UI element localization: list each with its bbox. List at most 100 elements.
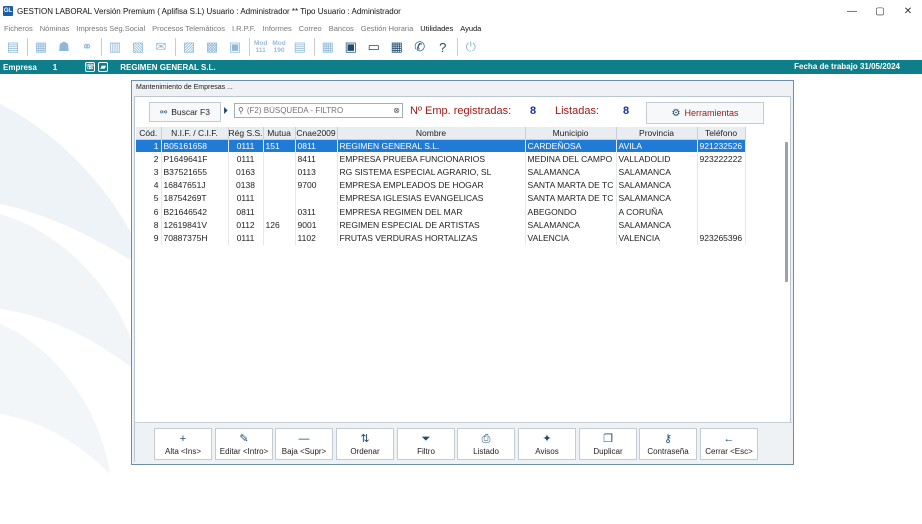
ordenar-button[interactable]: ⇅ Ordenar	[336, 428, 394, 460]
cell-cnae	[295, 191, 338, 205]
menu-correo[interactable]: Correo	[299, 24, 322, 33]
tools-button[interactable]: ⚙ Herramientas	[646, 102, 764, 124]
file-icon[interactable]: ▨	[180, 38, 198, 56]
handshake-icon[interactable]: ⚭	[78, 38, 96, 56]
copy-icon: ❐	[603, 432, 613, 445]
mod190-icon[interactable]: Mod 190	[272, 40, 285, 54]
menu-nominas[interactable]: Nóminas	[40, 24, 70, 33]
phone-icon[interactable]: ☏	[85, 62, 96, 72]
cell-telefono: 921232526	[697, 139, 746, 153]
search-icon: ⚲	[238, 106, 244, 115]
cell-cnae: 9001	[295, 218, 338, 232]
power-icon[interactable]: ⏻	[462, 38, 480, 56]
contrasena-button[interactable]: ⚷ Contraseña	[639, 428, 697, 460]
monitor-icon[interactable]: ▭	[365, 38, 383, 56]
vertical-scrollbar[interactable]	[785, 142, 788, 282]
table-row[interactable]: 3 B37521655 0163 0113 RG SISTEMA ESPECIA…	[136, 165, 746, 179]
table-row[interactable]: 1 B05161658 0111 151 0811 REGIMEN GENERA…	[136, 139, 746, 153]
search-input[interactable]: ⚲ ⊗	[234, 103, 403, 118]
filter-icon: ⏷	[421, 432, 431, 445]
document-text-icon[interactable]: ▧	[129, 38, 147, 56]
menu-irpf[interactable]: I.R.P.F.	[232, 24, 256, 33]
cell-code: 6	[136, 204, 162, 219]
payroll-icon[interactable]: ▦	[32, 38, 50, 56]
key-icon: ⚷	[663, 432, 673, 445]
menu-utilidades[interactable]: Utilidades	[420, 24, 453, 33]
cell-provincia: SALAMANCA	[616, 218, 698, 232]
table-row[interactable]: 4 16847651J 0138 9700 EMPRESA EMPLEADOS …	[136, 178, 746, 192]
menu-procesos-telematicos[interactable]: Procesos Telemáticos	[152, 24, 225, 33]
menu-bancos[interactable]: Bancos	[329, 24, 354, 33]
cell-regimen: 0163	[228, 165, 264, 179]
cell-telefono	[697, 191, 746, 205]
col-regimen[interactable]: Rég S.S.	[228, 127, 264, 140]
table-row[interactable]: 8 12619841V 0112 126 9001 REGIMEN ESPECI…	[136, 218, 746, 232]
search-button[interactable]: ⚯ Buscar F3	[149, 102, 221, 122]
cell-nif: B05161658	[161, 139, 229, 153]
calendar-edit-icon[interactable]: ▣	[342, 38, 360, 56]
toolbar-separator	[175, 38, 176, 56]
menu-informes[interactable]: Informes	[263, 24, 292, 33]
search-field[interactable]	[246, 106, 387, 115]
help-icon[interactable]: ?	[434, 38, 452, 56]
excel-icon[interactable]: ▦	[319, 38, 337, 56]
menu-gestion-horaria[interactable]: Gestión Horaria	[361, 24, 414, 33]
folder-icon[interactable]: ▰	[98, 62, 109, 72]
table-row[interactable]: 6 B21646542 0811 0311 EMPRESA REGIMEN DE…	[136, 204, 746, 219]
calculator-icon[interactable]: ▦	[388, 38, 406, 56]
duplicar-button[interactable]: ❐ Duplicar	[579, 428, 637, 460]
col-nif[interactable]: N.I.F. / C.I.F.	[161, 127, 229, 140]
mod111-icon[interactable]: Mod 111	[254, 40, 267, 54]
cell-mutua: 126	[263, 218, 296, 232]
dialog-panel: ⚯ Buscar F3 ⏵ ⚲ ⊗ Nº Emp. registradas: 8…	[134, 96, 792, 463]
minimize-button[interactable]: —	[838, 0, 866, 22]
cell-mutua	[263, 165, 296, 179]
cell-nif: 18754269T	[161, 191, 229, 205]
col-provincia[interactable]: Provincia	[616, 127, 698, 140]
toolbar-separator	[249, 38, 250, 56]
alta-button[interactable]: + Alta <Ins>	[154, 428, 212, 460]
col-telefono[interactable]: Teléfono	[697, 127, 746, 140]
folder-icon[interactable]: ▤	[4, 38, 22, 56]
gears-icon: ⚙	[671, 107, 681, 119]
chat-icon[interactable]: ✆	[411, 38, 429, 56]
dialog-title: Mantenimiento de Empresas ...	[136, 84, 233, 91]
avisos-button[interactable]: ✦ Avisos	[518, 428, 576, 460]
table-row[interactable]: 2 P1649641F 0111 8411 EMPRESA PRUEBA FUN…	[136, 152, 746, 166]
report-icon[interactable]: ▤	[291, 38, 309, 56]
menu-ficheros[interactable]: Ficheros	[4, 24, 33, 33]
mail-icon[interactable]: ✉	[152, 38, 170, 56]
nav-next-icon[interactable]: ⏵	[223, 106, 228, 117]
document-icon[interactable]: ▥	[106, 38, 124, 56]
clear-icon[interactable]: ⊗	[393, 106, 400, 115]
col-cnae[interactable]: Cnae2009	[295, 127, 338, 140]
close-button[interactable]: ✕	[894, 0, 922, 22]
worker-icon[interactable]: ☗	[55, 38, 73, 56]
filtro-button[interactable]: ⏷ Filtro	[397, 428, 455, 460]
table-row[interactable]: 5 18754269T 0111 EMPRESA IGLESIAS EVANGE…	[136, 191, 746, 205]
menu-impresos[interactable]: Impresos Seg.Social	[76, 24, 145, 33]
binoculars-icon: ⚯	[160, 106, 168, 117]
printer-icon: ⎙	[481, 432, 491, 445]
company-bar: Empresa 1 ☏ ▰ REGIMEN GENERAL S.L. Fecha…	[0, 60, 922, 74]
title-bar: GL GESTION LABORAL Versión Premium ( Apl…	[0, 0, 922, 22]
col-mutua[interactable]: Mutua	[263, 127, 296, 140]
listado-button[interactable]: ⎙ Listado	[457, 428, 515, 460]
table-row[interactable]: 9 70887375H 0111 1102 FRUTAS VERDURAS HO…	[136, 231, 746, 245]
cerrar-button[interactable]: ← Cerrar <Esc>	[700, 428, 758, 460]
file-add-icon[interactable]: ▣	[226, 38, 244, 56]
col-municipio[interactable]: Municipio	[525, 127, 617, 140]
cell-regimen: 0111	[228, 152, 264, 166]
cell-telefono: 923222222	[697, 152, 746, 166]
col-codigo[interactable]: Cód.	[136, 127, 162, 140]
baja-button[interactable]: — Baja <Supr>	[275, 428, 333, 460]
menu-ayuda[interactable]: Ayuda	[460, 24, 481, 33]
cell-regimen: 0138	[228, 178, 264, 192]
files-icon[interactable]: ▩	[203, 38, 221, 56]
col-nombre[interactable]: Nombre	[337, 127, 526, 140]
maximize-button[interactable]: ▢	[866, 0, 894, 22]
cell-cnae: 1102	[295, 231, 338, 245]
editar-button[interactable]: ✎ Editar <Intro>	[215, 428, 273, 460]
cell-municipio: MEDINA DEL CAMPO	[525, 152, 617, 166]
action-bar: + Alta <Ins> ✎ Editar <Intro> — Baja <Su…	[135, 422, 792, 463]
